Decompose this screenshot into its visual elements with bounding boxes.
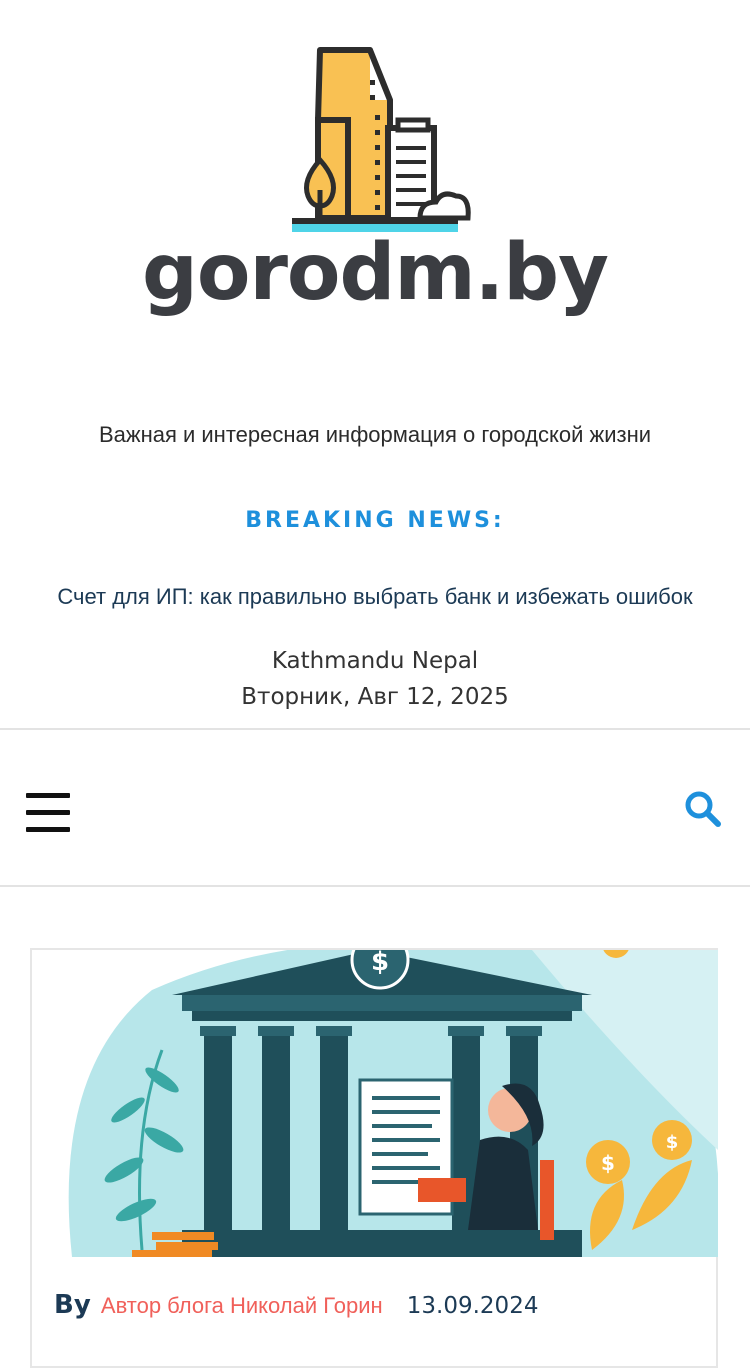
hamburger-icon-bar bbox=[26, 810, 70, 815]
divider-top bbox=[0, 728, 750, 730]
svg-text:$: $ bbox=[666, 1132, 679, 1153]
bank-illustration-image: $ $ $ bbox=[32, 950, 718, 1257]
post-date: 13.09.2024 bbox=[406, 1293, 539, 1319]
hamburger-icon bbox=[26, 793, 70, 798]
post-byline: By Автор блога Николай Горин 13.09.2024 bbox=[54, 1290, 538, 1320]
svg-text:$: $ bbox=[371, 950, 389, 977]
logo-wordmark: gorodm.by bbox=[142, 228, 609, 318]
current-date: Вторник, Авг 12, 2025 bbox=[241, 684, 509, 710]
post-thumbnail[interactable]: $ $ $ bbox=[32, 950, 718, 1257]
breaking-news-label: BREAKING NEWS: bbox=[245, 508, 505, 533]
location-text: Kathmandu Nepal bbox=[271, 648, 479, 674]
site-header: gorodm.by bbox=[0, 0, 750, 360]
search-icon bbox=[685, 791, 721, 827]
search-button[interactable] bbox=[684, 790, 722, 828]
city-logo-icon bbox=[292, 47, 471, 232]
breaking-news-link[interactable]: Счет для ИП: как правильно выбрать банк … bbox=[0, 584, 750, 610]
author-link[interactable]: Автор блога Николай Горин bbox=[101, 1293, 383, 1318]
site-tagline: Важная и интересная информация о городск… bbox=[98, 422, 652, 447]
post-card: $ $ $ By Автор блога Николай Горин 13.09… bbox=[30, 948, 718, 1368]
by-label: By bbox=[54, 1290, 91, 1320]
svg-text:$: $ bbox=[601, 1151, 615, 1175]
hamburger-menu-button[interactable] bbox=[26, 793, 70, 833]
hamburger-icon-bar bbox=[26, 827, 70, 832]
divider-nav bbox=[0, 885, 750, 887]
